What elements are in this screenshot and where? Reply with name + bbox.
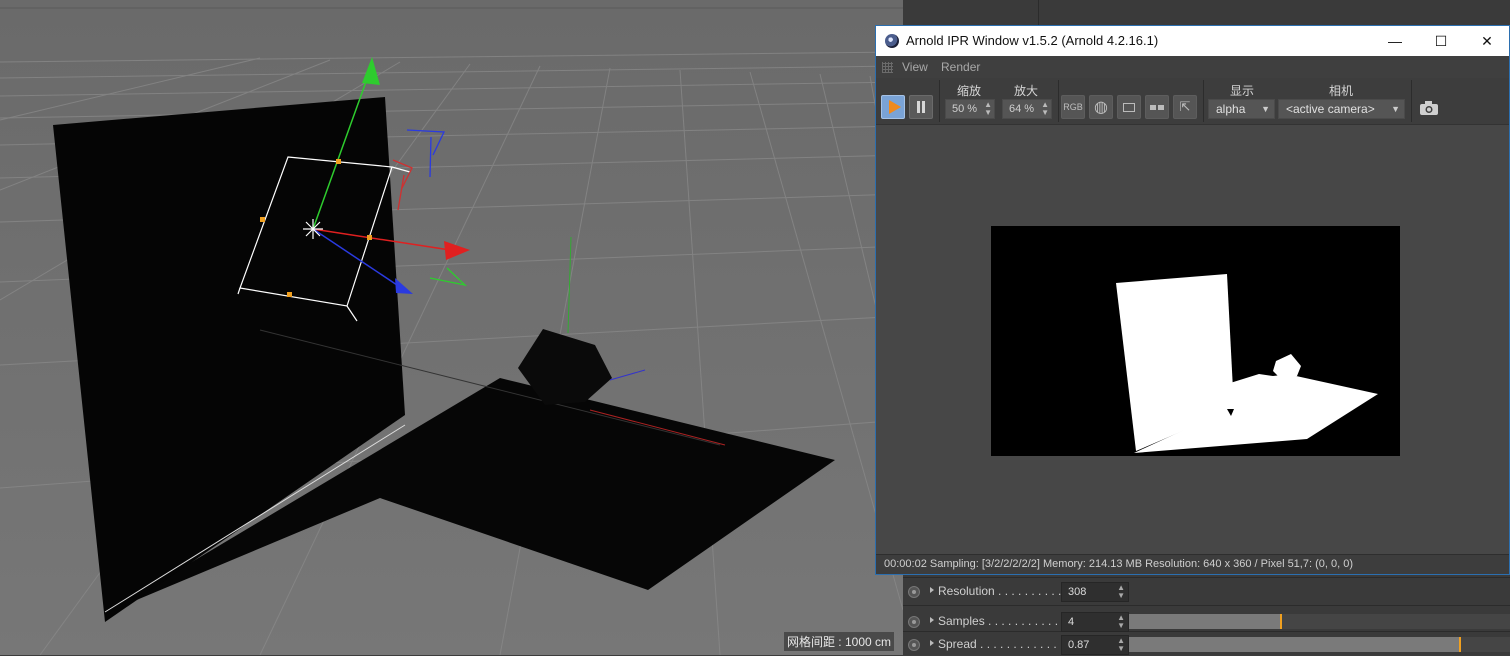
- samples-field[interactable]: 4 ▲ ▼: [1061, 612, 1129, 632]
- attr-row-resolution: Resolution . . . . . . . . . . 308 ▲ ▼: [903, 581, 1510, 603]
- samples-value: 4: [1068, 616, 1075, 628]
- spread-value: 0.87: [1068, 639, 1090, 651]
- zoom-in-label: 放大: [1014, 84, 1039, 98]
- expand-arrow-icon[interactable]: [930, 587, 934, 593]
- camera-label: 相机: [1329, 84, 1354, 98]
- grid-spacing-label: 网格间距 : 1000 cm: [783, 632, 894, 651]
- attr-row-samples: Samples . . . . . . . . . . . . 4 ▲ ▼: [903, 611, 1510, 633]
- close-button[interactable]: ✕: [1464, 26, 1510, 56]
- pause-icon[interactable]: [909, 95, 933, 119]
- keyframe-radio[interactable]: [908, 586, 920, 598]
- spread-slider[interactable]: [1129, 637, 1510, 652]
- ipr-toolbar: 缩放 50 % ▲ ▼ 放大 64 % ▲ ▼ RGB ◍ ⇱ 显示 alpha ▼ 相机…: [876, 78, 1509, 125]
- display-value: alpha: [1216, 102, 1246, 116]
- slider-handle[interactable]: [1459, 637, 1462, 652]
- zoom-out-field[interactable]: 50 % ▲ ▼: [945, 99, 995, 119]
- camera-value: <active camera>: [1286, 102, 1375, 116]
- attr-row-spread: Spread . . . . . . . . . . . . 0.87 ▲ ▼: [903, 634, 1510, 656]
- zoom-in-value: 64 %: [1009, 103, 1035, 115]
- grip-icon[interactable]: [882, 62, 893, 73]
- display-dropdown[interactable]: alpha ▼: [1208, 99, 1275, 119]
- menu-render[interactable]: Render: [941, 60, 980, 74]
- expand-arrow-icon[interactable]: [930, 640, 934, 646]
- arnold-ipr-window[interactable]: Arnold IPR Window v1.5.2 (Arnold 4.2.16.…: [875, 25, 1510, 575]
- alpha-render-image: [991, 226, 1400, 456]
- viewport-scene[interactable]: [0, 0, 903, 655]
- menu-view[interactable]: View: [902, 60, 928, 74]
- compare-icon[interactable]: [1145, 95, 1169, 119]
- resolution-value: 308: [1068, 586, 1087, 598]
- chevron-down-icon: ▼: [1391, 104, 1400, 114]
- resolution-field[interactable]: 308 ▲ ▼: [1061, 582, 1129, 602]
- zoom-in-field[interactable]: 64 % ▲ ▼: [1002, 99, 1052, 119]
- keyframe-radio[interactable]: [908, 616, 920, 628]
- window-titlebar[interactable]: Arnold IPR Window v1.5.2 (Arnold 4.2.16.…: [876, 26, 1509, 56]
- attr-label: Samples . . . . . . . . . . . .: [938, 614, 1065, 628]
- expand-arrow-icon[interactable]: [930, 617, 934, 623]
- slider-fill: [1129, 614, 1282, 629]
- camera-dropdown[interactable]: <active camera> ▼: [1278, 99, 1405, 119]
- slider-handle[interactable]: [1280, 614, 1283, 629]
- attr-label: Resolution . . . . . . . . . .: [938, 584, 1062, 598]
- menu-bar: View Render: [876, 56, 1509, 78]
- display-label: 显示: [1230, 84, 1255, 98]
- minimize-button[interactable]: —: [1372, 26, 1418, 56]
- cinema4d-logo-icon: [885, 34, 899, 48]
- window-title: Arnold IPR Window v1.5.2 (Arnold 4.2.16.…: [906, 33, 1159, 48]
- 3d-viewport[interactable]: 网格间距 : 1000 cm: [0, 0, 903, 655]
- play-icon[interactable]: [881, 95, 905, 119]
- zoom-out-value: 50 %: [952, 103, 978, 115]
- render-view[interactable]: [876, 125, 1509, 555]
- zoom-out-label: 缩放: [957, 84, 982, 98]
- keyframe-radio[interactable]: [908, 639, 920, 651]
- status-bar: 00:00:02 Sampling: [3/2/2/2/2/2] Memory:…: [876, 554, 1509, 574]
- export-icon[interactable]: ⇱: [1173, 95, 1197, 119]
- attr-label: Spread . . . . . . . . . . . .: [938, 637, 1057, 651]
- camera-icon[interactable]: [1419, 100, 1439, 121]
- region-icon[interactable]: [1117, 95, 1141, 119]
- globe-icon[interactable]: ◍: [1089, 95, 1113, 119]
- chevron-down-icon: ▼: [1261, 104, 1270, 114]
- samples-slider[interactable]: [1129, 614, 1510, 629]
- spread-field[interactable]: 0.87 ▲ ▼: [1061, 635, 1129, 655]
- slider-fill: [1129, 637, 1461, 652]
- maximize-button[interactable]: ☐: [1418, 26, 1464, 56]
- rgb-button[interactable]: RGB: [1061, 95, 1085, 119]
